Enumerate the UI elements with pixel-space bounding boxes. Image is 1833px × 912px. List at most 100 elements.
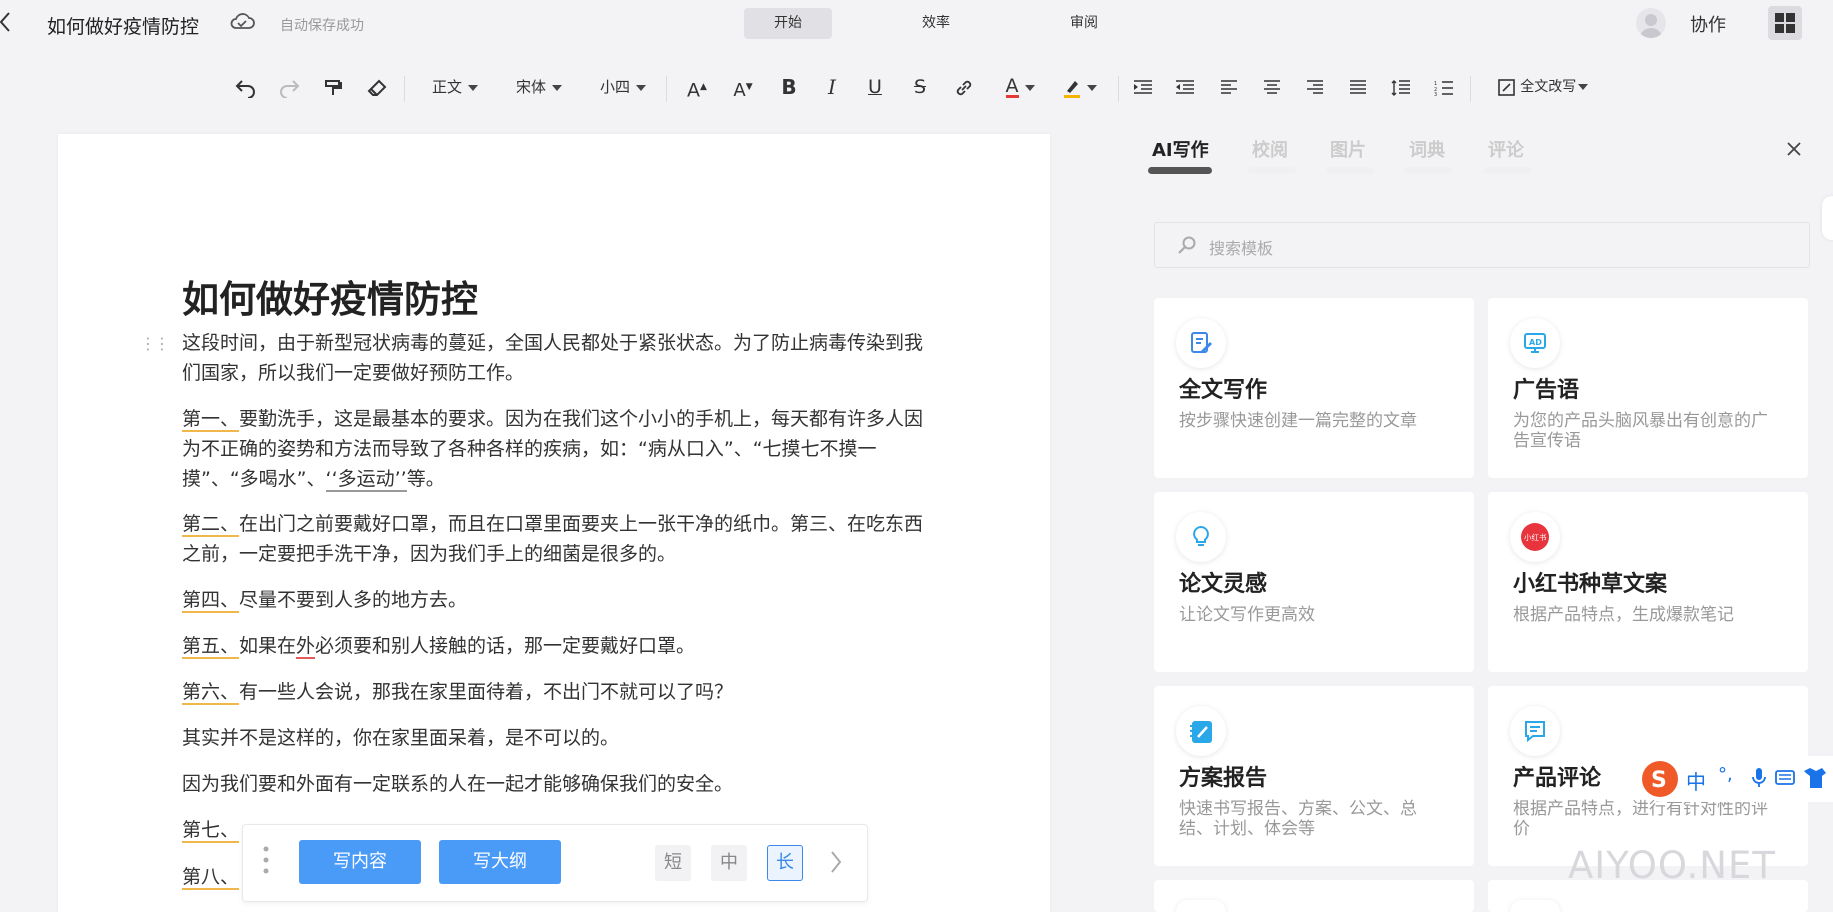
paragraph[interactable]: 第二、在出门之前要戴好口罩，而且在口罩里面要夹上一张干净的纸巾。第三、在吃东西之… [182, 509, 932, 569]
card-title: 广告语 [1513, 378, 1580, 403]
font-size-select[interactable]: 小四 [594, 74, 652, 100]
document-name[interactable]: 如何做好疫情防控 [47, 12, 199, 39]
strikethrough-icon[interactable]: S [909, 74, 931, 100]
format-painter-icon[interactable] [321, 74, 345, 100]
italic-icon[interactable]: I [821, 74, 843, 100]
template-card[interactable]: 方案报告 快速书写报告、方案、公文、总结、计划、体会等 [1154, 686, 1474, 866]
chevron-down-icon [1578, 84, 1589, 90]
back-icon[interactable] [0, 12, 16, 36]
tab-ai-write[interactable]: AI写作 [1152, 136, 1209, 162]
template-card[interactable]: 论文灵感 让论文写作更高效 [1154, 492, 1474, 672]
paragraph-text: 如果在 [239, 635, 297, 657]
paragraph-text: 尽量不要到人多的地方去。 [239, 589, 468, 611]
spellcheck-flag[interactable]: 外 [296, 635, 316, 659]
template-card[interactable]: AD 广告语 为您的产品头脑风暴出有创意的广告宣传语 [1488, 298, 1808, 478]
flagged-text[interactable]: ‘‘多运动’’ [325, 468, 407, 492]
tab-efficiency[interactable]: 效率 [892, 8, 980, 39]
paragraph[interactable]: 第四、尽量不要到人多的地方去。 [182, 585, 932, 615]
sogou-logo-icon: S [1642, 761, 1678, 797]
link-icon[interactable] [953, 74, 975, 100]
redo-icon[interactable] [277, 74, 303, 100]
align-right-icon[interactable] [1304, 74, 1326, 100]
length-long-button[interactable]: 长 [767, 845, 803, 881]
chevron-down-icon [468, 84, 478, 91]
chevron-right-icon[interactable] [829, 849, 843, 879]
avatar[interactable] [1636, 8, 1666, 38]
bold-icon[interactable]: B [778, 74, 800, 100]
tab-review[interactable]: 审阅 [1040, 8, 1128, 39]
undo-icon[interactable] [232, 74, 258, 100]
paragraph[interactable]: 因为我们要和外面有一定联系的人在一起才能够确保我们的安全。 [182, 769, 932, 799]
close-panel-icon[interactable] [1786, 138, 1802, 163]
document-heading[interactable]: 如何做好疫情防控 [182, 269, 478, 323]
font-family-select[interactable]: 宋体 [510, 74, 568, 100]
tab-indicator [1326, 167, 1374, 174]
ime-language-toggle[interactable]: 中 [1686, 766, 1706, 795]
tab-dictionary[interactable]: 词典 [1409, 136, 1445, 162]
tab-indicator [1483, 167, 1531, 174]
length-medium-button[interactable]: 中 [711, 845, 747, 881]
font-color-button[interactable]: A [1000, 74, 1040, 100]
list-marker: 第一、 [182, 408, 240, 432]
comment-icon [1510, 706, 1560, 756]
xiaohongshu-logo-icon: 小红书 [1510, 512, 1560, 562]
lightbulb-icon [1176, 512, 1226, 562]
paragraph[interactable]: 第五、如果在外必须要和别人接触的话，那一定要戴好口罩。 [182, 631, 932, 661]
align-center-icon[interactable] [1261, 74, 1283, 100]
tab-indicator [1404, 167, 1452, 174]
svg-text:AD: AD [1529, 338, 1542, 347]
format-toolbar: 正文 宋体 小四 A▲ A▼ B I U S A 123 全文改写 [0, 60, 1833, 112]
ai-write-bar: 写内容 写大纲 短 中 长 [242, 824, 868, 902]
increase-font-icon[interactable]: A▲ [684, 74, 710, 101]
svg-text:S: S [1651, 768, 1667, 793]
list-marker: 第四、 [182, 589, 240, 613]
tab-start[interactable]: 开始 [744, 8, 832, 39]
search-icon [1178, 236, 1196, 254]
tab-comments[interactable]: 评论 [1488, 136, 1524, 162]
template-icon [1510, 900, 1560, 912]
template-card[interactable]: 小红书 小红书种草文案 根据产品特点，生成爆款笔记 [1488, 492, 1808, 672]
paragraph[interactable]: 其实并不是这样的，你在家里面呆着，是不可以的。 [182, 723, 932, 753]
more-vertical-icon[interactable] [263, 845, 269, 879]
paragraph[interactable]: 这段时间，由于新型冠状病毒的蔓延，全国人民都处于紧张状态。为了防止病毒传染到我们… [182, 328, 932, 388]
top-bar: 如何做好疫情防控 自动保存成功 开始 效率 审阅 协作 [0, 0, 1833, 46]
panel-toggle-handle[interactable] [1822, 196, 1833, 240]
decrease-font-icon[interactable]: A▼ [730, 74, 756, 101]
highlighter-icon [1064, 80, 1080, 98]
document-page[interactable]: 如何做好疫情防控 ⋮⋮ 这段时间，由于新型冠状病毒的蔓延，全国人民都处于紧张状态… [58, 134, 1050, 912]
eraser-icon[interactable] [365, 74, 389, 100]
ime-punctuation-toggle[interactable]: °, [1718, 764, 1733, 785]
template-card[interactable]: 全文写作 按步骤快速创建一篇完整的文章 [1154, 298, 1474, 478]
paragraph[interactable]: 第一、要勤洗手，这是最基本的要求。因为在我们这个小小的手机上，每天都有许多人因为… [182, 404, 932, 494]
drag-handle-icon[interactable]: ⋮⋮ [140, 334, 170, 353]
tab-proofread[interactable]: 校阅 [1252, 136, 1288, 162]
align-left-icon[interactable] [1218, 74, 1240, 100]
collaborate-button[interactable]: 协作 [1690, 11, 1726, 37]
rewrite-all-label: 全文改写 [1520, 79, 1577, 95]
write-outline-button[interactable]: 写大纲 [439, 840, 561, 884]
apps-grid-icon[interactable] [1768, 6, 1802, 40]
highlight-button[interactable] [1060, 74, 1100, 100]
save-status: 自动保存成功 [280, 18, 364, 34]
align-justify-icon[interactable] [1347, 74, 1369, 100]
write-content-button[interactable]: 写内容 [299, 840, 421, 884]
rewrite-all-button[interactable]: 全文改写 [1490, 74, 1596, 100]
indent-increase-icon[interactable] [1132, 74, 1154, 100]
line-spacing-icon[interactable] [1390, 74, 1412, 100]
keyboard-icon [1775, 770, 1795, 785]
template-search-input[interactable]: 搜索模板 [1154, 222, 1810, 268]
numbered-list-icon[interactable]: 123 [1433, 74, 1455, 100]
card-description: 让论文写作更高效 [1179, 605, 1315, 625]
paragraph-text: 必须要和别人接触的话，那一定要戴好口罩。 [315, 635, 696, 657]
indent-decrease-icon[interactable] [1174, 74, 1196, 100]
length-short-button[interactable]: 短 [655, 845, 691, 881]
cloud-sync-icon [229, 11, 255, 37]
paragraph-style-select[interactable]: 正文 [428, 74, 482, 100]
paragraph[interactable]: 第六、有一些人会说，那我在家里面待着，不出门不就可以了吗？ [182, 677, 932, 707]
underline-icon[interactable]: U [864, 74, 886, 100]
card-title: 论文灵感 [1179, 572, 1268, 597]
tab-images[interactable]: 图片 [1330, 136, 1366, 162]
template-card[interactable] [1154, 880, 1474, 912]
chevron-down-icon [1024, 84, 1035, 91]
svg-text:3: 3 [1434, 92, 1437, 96]
